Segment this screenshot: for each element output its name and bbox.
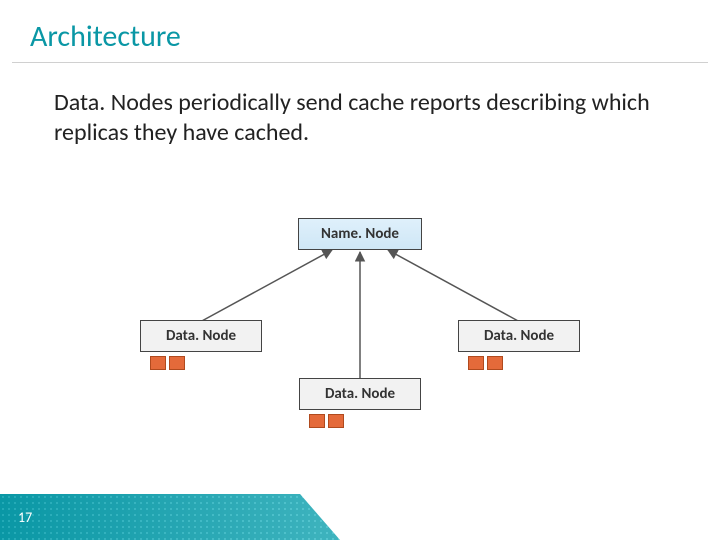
datanode-left-blocks: [150, 356, 185, 370]
block-icon: [328, 414, 344, 428]
block-icon: [169, 356, 185, 370]
datanode-middle-box: Data. Node: [299, 378, 421, 410]
block-icon: [468, 356, 484, 370]
block-icon: [309, 414, 325, 428]
namenode-box: Name. Node: [298, 218, 422, 250]
datanode-left-box: Data. Node: [140, 320, 262, 352]
page-title: Architecture: [0, 0, 720, 61]
block-icon: [487, 356, 503, 370]
architecture-diagram: Name. Node Data. Node Data. Node Data. N…: [0, 200, 720, 440]
title-underline: [12, 62, 708, 63]
block-icon: [150, 356, 166, 370]
body-text: Data. Nodes periodically send cache repo…: [54, 88, 654, 148]
datanode-right-box: Data. Node: [458, 320, 580, 352]
footer-graphic: [0, 494, 340, 540]
page-number: 17: [18, 509, 32, 526]
datanode-right-blocks: [468, 356, 503, 370]
datanode-middle-blocks: [309, 414, 344, 428]
slide: Architecture Data. Nodes periodically se…: [0, 0, 720, 540]
